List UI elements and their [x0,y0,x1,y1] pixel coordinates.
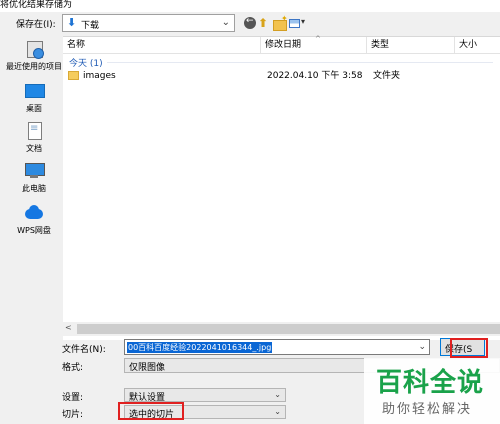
format-value: 仅限图像 [129,363,166,373]
file-date: 2022.04.10 下午 3:58 [267,71,363,81]
download-arrow-icon: ⬇ [67,16,77,29]
title-bar: 将优化结果存储为 [0,0,500,12]
scroll-left-icon[interactable]: < [65,323,72,332]
place-documents[interactable]: 文档 [6,122,62,154]
place-computer[interactable]: 此电脑 [6,162,62,194]
computer-icon [24,162,45,180]
new-folder-icon[interactable] [273,14,288,31]
file-list[interactable]: 名称 修改日期 类型 大小 ^ 今天 (1) images 2022.04.10… [63,35,500,340]
slices-label: 切片: [62,410,84,420]
place-recent[interactable]: 最近使用的项目 [6,40,62,72]
places-bar: 最近使用的项目 桌面 文档 此电脑 WPS网盘 [6,36,62,354]
watermark-subtitle: 助你轻松解决 [382,402,473,417]
sort-caret-icon: ^ [315,35,321,43]
table-row[interactable]: images 2022.04.10 下午 3:58 文件夹 [63,68,500,84]
column-name[interactable]: 名称 [63,37,261,54]
documents-icon [24,122,44,140]
highlight-box [450,338,488,358]
location-dropdown[interactable]: ⬇ 下载 ⌄ [62,14,235,32]
recent-items-icon [24,40,44,59]
save-button[interactable]: 保存(S [440,338,488,358]
desktop-icon [24,82,45,100]
column-type[interactable]: 类型 [367,37,455,54]
up-folder-icon[interactable]: ⬆ [258,17,272,30]
chevron-down-icon: ⌄ [274,390,281,399]
chevron-down-icon: ▾ [301,17,306,26]
view-menu-icon[interactable]: ▾ [289,17,309,30]
column-size[interactable]: 大小 [455,37,500,54]
location-value: 下载 [81,21,100,31]
place-desktop[interactable]: 桌面 [6,82,62,114]
cloud-drive-icon [24,204,44,222]
chevron-down-icon[interactable]: ⌄ [222,17,230,28]
place-label: 此电脑 [22,184,46,193]
group-divider [107,62,493,63]
column-header: 名称 修改日期 类型 大小 ^ [63,35,500,54]
filename-label: 文件名(N): [62,345,106,355]
folder-icon [68,71,79,80]
view-grid-icon [289,19,300,28]
back-arrow-icon[interactable] [244,16,258,30]
place-label: 桌面 [26,104,42,113]
save-in-label: 保存在(I): [16,20,56,30]
place-label: WPS网盘 [17,226,51,235]
place-label: 最近使用的项目 [6,62,62,71]
window-title: 将优化结果存储为 [0,0,73,10]
highlight-box [118,402,184,420]
chevron-down-icon[interactable]: ⌄ [418,342,426,352]
horizontal-scrollbar[interactable]: < [63,322,500,336]
file-type: 文件夹 [373,71,401,81]
file-name: images [83,71,116,81]
filename-value: 00百科百度经验2022041016344_.jpg [127,342,273,353]
settings-label: 设置: [62,393,84,403]
place-label: 文档 [26,144,42,153]
watermark-title: 百科全说 [376,368,485,398]
settings-dropdown[interactable]: 默认设置 ⌄ [124,388,286,403]
column-date[interactable]: 修改日期 [261,37,367,54]
watermark: 百科全说 助你轻松解决 [364,358,500,424]
scroll-thumb[interactable] [77,324,500,334]
filename-field[interactable]: 00百科百度经验2022041016344_.jpg ⌄ [124,339,430,355]
format-label: 格式: [62,363,84,373]
place-wps-drive[interactable]: WPS网盘 [6,204,62,236]
chevron-down-icon: ⌄ [274,407,281,416]
